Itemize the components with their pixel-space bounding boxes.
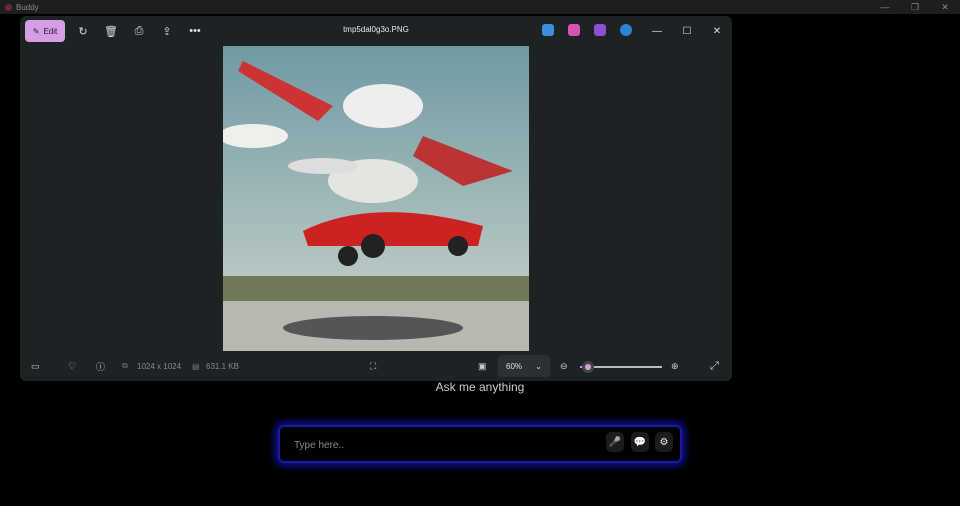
favorite-icon[interactable]: ♡ — [68, 351, 76, 381]
photos-close-button[interactable]: ✕ — [702, 26, 732, 37]
photos-minimize-button[interactable]: — — [642, 26, 672, 37]
dimensions-icon: ⧉ — [122, 361, 128, 370]
photo-image — [218, 46, 529, 351]
chat-bubble-icon[interactable]: 💬 — [631, 432, 649, 452]
chat-input[interactable] — [294, 436, 584, 454]
fullscreen-icon[interactable]: ⤢ — [710, 351, 719, 381]
actual-size-icon[interactable]: ▣ — [478, 351, 487, 381]
chevron-down-icon: ⌄ — [535, 361, 542, 371]
app-close-button[interactable]: ✕ — [930, 0, 960, 14]
share-icon[interactable]: ⇪ — [153, 25, 181, 38]
zoom-select[interactable]: 60% ⌄ — [498, 355, 550, 377]
delete-icon[interactable]: 🗑 — [97, 25, 125, 38]
print-icon[interactable]: ⎙ — [125, 25, 153, 38]
edit-label: Edit — [43, 26, 58, 36]
more-icon[interactable]: ••• — [181, 25, 209, 37]
zoom-level: 60% — [506, 361, 523, 371]
video-app-icon[interactable] — [594, 24, 606, 36]
app-restore-button[interactable]: ❐ — [900, 0, 930, 14]
photos-maximize-button[interactable]: ☐ — [672, 26, 702, 37]
zoom-slider[interactable] — [580, 361, 662, 373]
file-size-icon: ▤ — [192, 361, 200, 371]
photos-window: ✎Edit ↻ 🗑 ⎙ ⇪ ••• tmp5dal0g3o.PNG — ☐ ✕ — [20, 16, 732, 381]
onedrive-icon[interactable] — [620, 24, 632, 36]
zoom-out-icon[interactable]: ⊖ — [560, 351, 568, 381]
zoom-in-icon[interactable]: ⊕ — [671, 351, 679, 381]
designer-app-icon[interactable] — [542, 24, 554, 36]
visual-search-icon[interactable]: ⛶ — [370, 351, 376, 381]
chat-input-box: 🎤 💬 ⚙ — [278, 425, 682, 463]
microphone-icon[interactable]: 🎤 — [606, 432, 624, 452]
file-size: 631.1 KB — [206, 361, 239, 371]
edit-button[interactable]: ✎ Edit — [25, 20, 65, 42]
info-icon[interactable]: ⓘ — [96, 351, 105, 381]
app-minimize-button[interactable]: — — [870, 0, 900, 14]
clipchamp-app-icon[interactable] — [568, 24, 580, 36]
edit-icon: ✎ — [32, 26, 40, 36]
filmstrip-icon[interactable]: ▭ — [31, 351, 40, 381]
app-title: Buddy — [16, 2, 39, 12]
rotate-icon[interactable]: ↻ — [69, 25, 97, 38]
app-logo-icon — [5, 3, 12, 11]
app-titlebar: Buddy — ❐ ✕ — [0, 0, 960, 14]
photos-statusbar: ▭ ♡ ⓘ ⧉ 1024 x 1024 ▤ 631.1 KB ⛶ ▣ 60% ⌄ … — [20, 351, 732, 381]
settings-gear-icon[interactable]: ⚙ — [655, 432, 673, 452]
chat-prompt: Ask me anything — [435, 380, 525, 394]
image-dimensions: 1024 x 1024 — [137, 361, 182, 371]
